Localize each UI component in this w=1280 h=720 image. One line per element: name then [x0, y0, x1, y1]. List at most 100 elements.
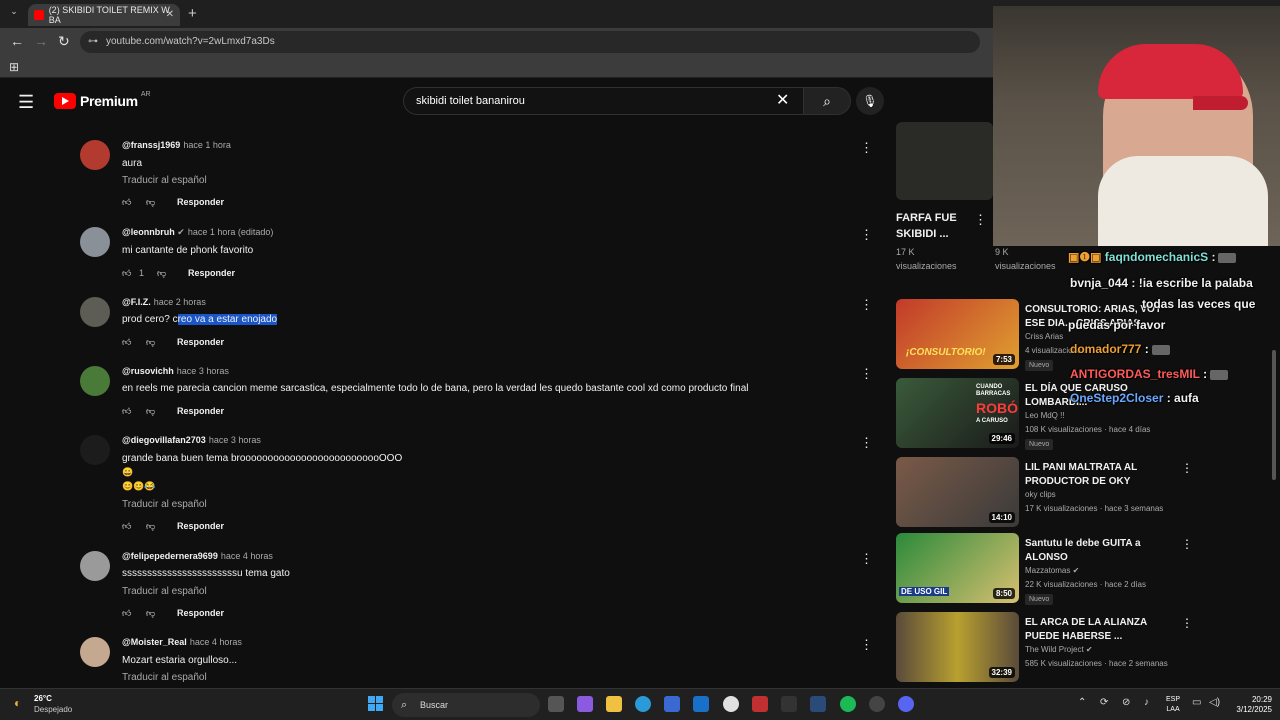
- url-field[interactable]: ⊶ youtube.com/watch?v=2wLmxd7a3Ds: [80, 31, 980, 53]
- spotify-icon[interactable]: [840, 696, 856, 712]
- video-thumbnail[interactable]: DE USO GIL 8:50: [896, 533, 1019, 603]
- video-thumbnail[interactable]: 14:10: [896, 457, 1019, 527]
- avatar[interactable]: [80, 366, 110, 396]
- comment-author[interactable]: @rusovichh: [122, 366, 174, 376]
- related-video[interactable]: DE USO GIL 8:50 Santutu le debe GUITA a …: [896, 533, 1196, 607]
- tray-app-icon[interactable]: ⊘: [1122, 697, 1130, 708]
- app-icon[interactable]: [781, 696, 797, 712]
- video-thumbnail[interactable]: [896, 122, 993, 200]
- reply-button[interactable]: Responder: [177, 406, 224, 416]
- avatar[interactable]: [80, 551, 110, 581]
- voice-search-button[interactable]: 🎙: [856, 87, 884, 115]
- channel-name[interactable]: The Wild Project ✔: [1025, 645, 1093, 654]
- like-icon[interactable]: 👍︎: [122, 406, 131, 417]
- dislike-icon[interactable]: 👎︎: [146, 608, 155, 619]
- app-icon[interactable]: [752, 696, 768, 712]
- video-more-icon[interactable]: ⋮: [1181, 616, 1193, 630]
- chrome-icon[interactable]: [723, 696, 739, 712]
- reply-button[interactable]: Responder: [177, 337, 224, 347]
- comment-more-icon[interactable]: ⋮: [860, 366, 873, 382]
- avatar[interactable]: [80, 227, 110, 257]
- store-icon[interactable]: [664, 696, 680, 712]
- video-thumbnail[interactable]: ¡CONSULTORIO! 7:53: [896, 299, 1019, 369]
- task-view-icon[interactable]: [548, 696, 564, 712]
- comment-time[interactable]: hace 1 hora: [183, 140, 231, 150]
- video-title[interactable]: FARFA FUE SKIBIDI ...: [896, 210, 966, 242]
- translate-link[interactable]: Traducir al español: [122, 586, 207, 597]
- discord-icon[interactable]: [898, 696, 914, 712]
- site-info-icon[interactable]: ⊶: [88, 31, 98, 53]
- clear-search-icon[interactable]: ✕: [776, 90, 789, 110]
- browser-tab[interactable]: (2) SKIBIDI TOILET REMIX W BA ✕: [28, 4, 180, 26]
- tray-mic-icon[interactable]: ♪: [1144, 697, 1149, 708]
- comment-more-icon[interactable]: ⋮: [860, 551, 873, 567]
- channel-name[interactable]: Leo MdQ !!: [1025, 411, 1065, 420]
- translate-link[interactable]: Traducir al español: [122, 175, 207, 186]
- comment-time[interactable]: hace 3 horas: [209, 435, 261, 445]
- video-thumbnail[interactable]: CUANDO BARRACAS ROBÓ A CARUSO 29:46: [896, 378, 1019, 448]
- like-icon[interactable]: 👍︎: [122, 337, 131, 348]
- avatar[interactable]: [80, 297, 110, 327]
- forward-icon[interactable]: →: [34, 33, 48, 49]
- comment-more-icon[interactable]: ⋮: [860, 297, 873, 313]
- comment-author[interactable]: @felipepedernera9699: [122, 551, 218, 561]
- search-input[interactable]: skibidi toilet bananirou: [403, 87, 803, 115]
- back-icon[interactable]: ←: [10, 33, 24, 49]
- tray-app-icon[interactable]: ⟳: [1100, 697, 1108, 708]
- comment-author[interactable]: @diegovillafan2703: [122, 435, 206, 445]
- outlook-icon[interactable]: [693, 696, 709, 712]
- file-explorer-icon[interactable]: [606, 696, 622, 712]
- search-button[interactable]: ⌕: [803, 87, 851, 115]
- translate-link[interactable]: Traducir al español: [122, 499, 207, 510]
- network-icon[interactable]: ▭: [1192, 697, 1201, 708]
- reply-button[interactable]: Responder: [177, 197, 224, 207]
- tab-search-icon[interactable]: ⌄: [6, 6, 22, 22]
- dislike-icon[interactable]: 👎︎: [146, 406, 155, 417]
- channel-name[interactable]: Criss Arias: [1025, 332, 1063, 341]
- close-tab-icon[interactable]: ✕: [166, 9, 174, 20]
- channel-name[interactable]: Mazzatomas ✔: [1025, 566, 1079, 575]
- comment-more-icon[interactable]: ⋮: [860, 227, 873, 243]
- windows-start-icon[interactable]: [368, 696, 384, 712]
- volume-icon[interactable]: ◁): [1209, 697, 1220, 708]
- video-title[interactable]: LIL PANI MALTRATA AL PRODUCTOR DE OKY: [1025, 461, 1165, 489]
- tray-chevron-icon[interactable]: ⌃: [1078, 697, 1086, 708]
- comment-time[interactable]: hace 4 horas: [190, 637, 242, 647]
- steam-icon[interactable]: [810, 696, 826, 712]
- dislike-icon[interactable]: 👎︎: [146, 197, 155, 208]
- video-title[interactable]: Santutu le debe GUITA a ALONSO: [1025, 537, 1165, 565]
- reply-button[interactable]: Responder: [177, 521, 224, 531]
- comment-more-icon[interactable]: ⋮: [860, 140, 873, 156]
- comment-time[interactable]: hace 2 horas: [154, 297, 206, 307]
- dislike-icon[interactable]: 👎︎: [146, 337, 155, 348]
- avatar[interactable]: [80, 435, 110, 465]
- reply-button[interactable]: Responder: [177, 608, 224, 618]
- taskbar-clock[interactable]: 20:29 3/12/2025: [1228, 695, 1272, 715]
- like-icon[interactable]: 👍︎: [122, 268, 131, 279]
- video-more-icon[interactable]: ⋮: [974, 212, 987, 228]
- related-video[interactable]: CUANDO BARRACAS ROBÓ A CARUSO 29:46 EL D…: [896, 378, 1196, 452]
- comment-time[interactable]: hace 3 horas: [177, 366, 229, 376]
- avatar[interactable]: [80, 637, 110, 667]
- comment-author[interactable]: @leonnbruh: [122, 227, 175, 237]
- obs-icon[interactable]: [869, 696, 885, 712]
- translate-link[interactable]: Traducir al español: [122, 672, 207, 683]
- reload-icon[interactable]: ↻: [58, 33, 70, 50]
- related-video[interactable]: 14:10 LIL PANI MALTRATA AL PRODUCTOR DE …: [896, 457, 1196, 531]
- language-indicator[interactable]: ESP LAA: [1166, 695, 1180, 715]
- comment-author[interactable]: @franssj1969: [122, 140, 180, 150]
- dislike-icon[interactable]: 👎︎: [146, 521, 155, 532]
- like-icon[interactable]: 👍︎: [122, 521, 131, 532]
- video-more-icon[interactable]: ⋮: [1181, 461, 1193, 475]
- comment-more-icon[interactable]: ⋮: [860, 637, 873, 653]
- related-video[interactable]: 32:39 EL ARCA DE LA ALIANZA PUEDE HABERS…: [896, 612, 1196, 686]
- avatar[interactable]: [80, 140, 110, 170]
- like-icon[interactable]: 👍︎: [122, 608, 131, 619]
- taskbar-search[interactable]: ⌕ Buscar: [392, 693, 540, 717]
- menu-icon[interactable]: ☰: [18, 92, 34, 113]
- video-more-icon[interactable]: ⋮: [1181, 537, 1193, 551]
- comment-author[interactable]: @F.I.Z.: [122, 297, 151, 307]
- new-tab-icon[interactable]: +: [188, 5, 197, 22]
- comment-author[interactable]: @Moister_Real: [122, 637, 187, 647]
- apps-grid-icon[interactable]: ⊞: [9, 60, 19, 74]
